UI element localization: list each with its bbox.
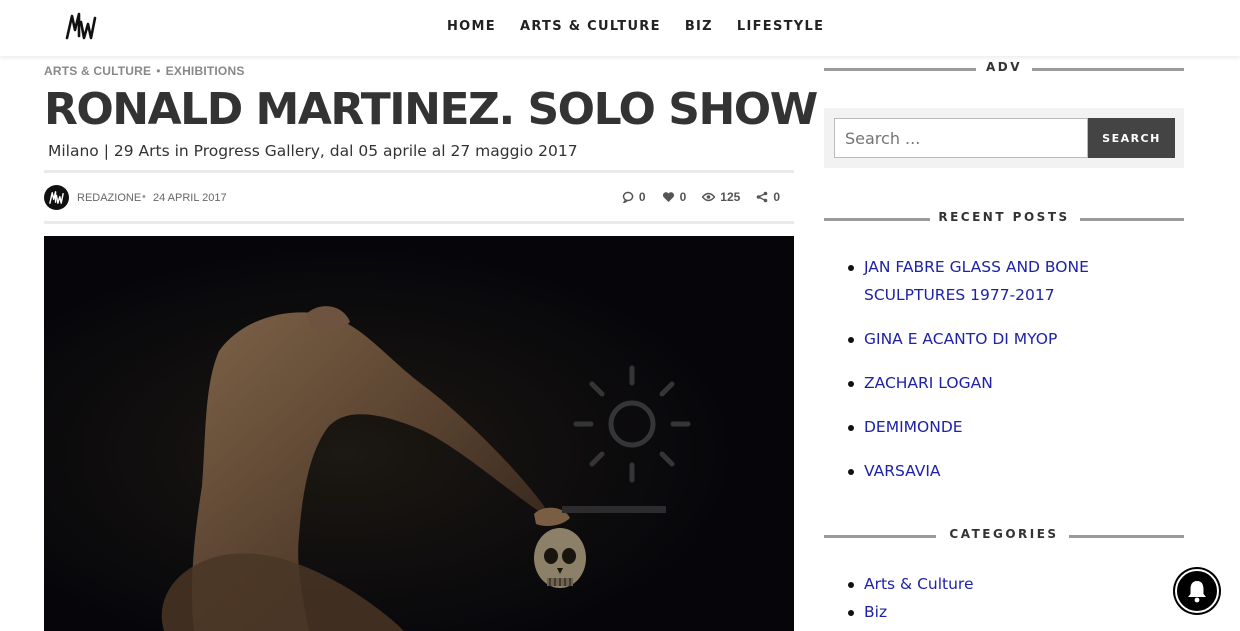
author-name[interactable]: REDAZIONE: [77, 192, 141, 204]
views-count: 125: [702, 190, 740, 204]
category-link[interactable]: Arts & Culture: [864, 575, 974, 593]
main-nav: HOME ARTS & CULTURE BIZ LIFESTYLE: [447, 19, 824, 34]
list-item: DEMIMONDE: [848, 413, 1188, 441]
recent-post-link[interactable]: GINA E ACANTO DI MYOP: [864, 330, 1057, 348]
comments-count[interactable]: 0: [622, 190, 646, 204]
article-subtitle: Milano | 29 Arts in Progress Gallery, da…: [48, 142, 578, 160]
search-widget: SEARCH: [824, 108, 1184, 168]
search-input[interactable]: [834, 118, 1088, 158]
notification-bell-button[interactable]: [1173, 567, 1221, 615]
eye-icon: [702, 192, 716, 202]
recent-post-link[interactable]: JAN FABRE GLASS AND BONE SCULPTURES 1977…: [864, 258, 1089, 304]
recent-post-link[interactable]: ZACHARI LOGAN: [864, 374, 993, 392]
recent-post-link[interactable]: DEMIMONDE: [864, 418, 963, 436]
share-icon: [757, 191, 768, 203]
bell-icon: [1188, 581, 1206, 603]
shares-count[interactable]: 0: [756, 190, 780, 204]
nav-biz[interactable]: BIZ: [685, 19, 713, 34]
widget-title-recent-posts: RECENT POSTS: [824, 210, 1184, 228]
author-avatar[interactable]: [44, 185, 69, 210]
article-stats: 0 0 125 0: [622, 190, 780, 204]
divider: [44, 170, 794, 173]
breadcrumb-arts-culture[interactable]: ARTS & CULTURE: [44, 64, 151, 78]
list-item: GINA E ACANTO DI MYOP: [848, 325, 1188, 353]
widget-title-categories: CATEGORIES: [824, 527, 1184, 545]
list-item: ZACHARI LOGAN: [848, 369, 1188, 397]
widget-label: ADV: [985, 60, 1023, 74]
recent-post-link[interactable]: VARSAVIA: [864, 462, 941, 480]
article-featured-image[interactable]: [44, 236, 794, 631]
widget-label: CATEGORIES: [949, 527, 1059, 541]
nav-lifestyle[interactable]: LIFESTYLE: [737, 19, 824, 34]
list-item: JAN FABRE GLASS AND BONE SCULPTURES 1977…: [848, 253, 1188, 309]
site-header: HOME ARTS & CULTURE BIZ LIFESTYLE: [0, 0, 1240, 56]
recent-posts-list: JAN FABRE GLASS AND BONE SCULPTURES 1977…: [848, 253, 1188, 485]
breadcrumb: ARTS & CULTURE • EXHIBITIONS: [44, 64, 245, 78]
category-link[interactable]: Biz: [864, 603, 887, 621]
nav-arts-culture[interactable]: ARTS & CULTURE: [520, 19, 661, 34]
nav-home[interactable]: HOME: [447, 19, 496, 34]
bell-ring: [1175, 569, 1219, 613]
comment-icon: [622, 191, 634, 203]
widget-title-adv: ADV: [824, 60, 1184, 78]
list-item: Arts & Culture: [848, 570, 1148, 598]
breadcrumb-separator: •: [156, 64, 161, 78]
article-meta: REDAZIONE • 24 APRIL 2017 0 0 125 0: [44, 185, 794, 211]
list-item: VARSAVIA: [848, 457, 1188, 485]
search-button[interactable]: SEARCH: [1088, 118, 1175, 158]
publish-date: 24 APRIL 2017: [153, 192, 227, 204]
likes-count[interactable]: 0: [662, 190, 686, 204]
list-item: Biz: [848, 598, 1148, 626]
divider: [44, 221, 794, 224]
heart-icon: [662, 192, 674, 202]
site-logo[interactable]: [64, 8, 98, 44]
categories-list: Arts & Culture Biz: [848, 570, 1148, 626]
widget-label: RECENT POSTS: [938, 210, 1070, 224]
meta-separator: •: [142, 191, 146, 203]
breadcrumb-exhibitions[interactable]: EXHIBITIONS: [166, 64, 245, 78]
article-title: RONALD MARTINEZ. SOLO SHOW: [44, 84, 818, 135]
